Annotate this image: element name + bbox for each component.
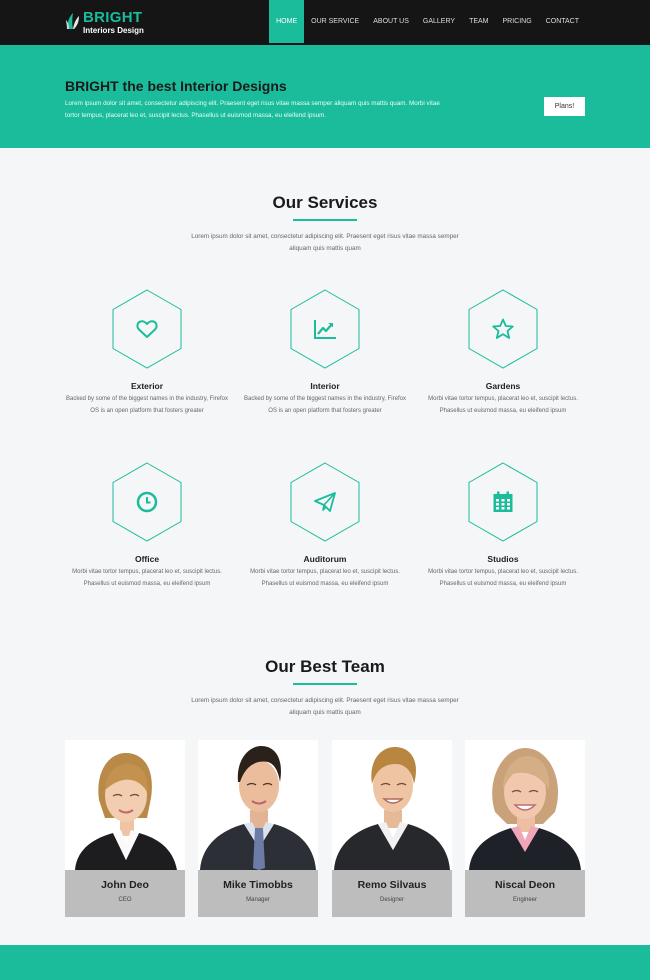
member-role: CEO (118, 897, 132, 903)
member-role: Engineer (512, 897, 538, 903)
service-studios[interactable]: Studios Morbi vitae tortor tempus, place… (413, 462, 593, 590)
portrait-image (65, 740, 185, 870)
team-member-card[interactable]: Niscal Deon Engineer (465, 740, 585, 917)
service-desc: Backed by some of the biggest names in t… (66, 396, 228, 414)
service-desc: Backed by some of the biggest names in t… (244, 396, 406, 414)
service-desc: Morbi vitae tortor tempus, placerat leo … (250, 569, 400, 587)
service-name: Gardens (485, 381, 521, 391)
member-role: Designer (379, 897, 404, 903)
service-desc: Morbi vitae tortor tempus, placerat leo … (428, 569, 578, 587)
nav-pricing[interactable]: PRICING (496, 0, 539, 43)
main-nav: HOME OUR SERVICE ABOUT US GALLERY TEAM P… (269, 0, 586, 43)
heart-icon (136, 320, 158, 338)
hero-title: BRIGHT the best Interior Designs (65, 78, 287, 94)
team-title: Our Best Team (265, 657, 385, 676)
services-divider (293, 219, 357, 221)
nav-home[interactable]: HOME (269, 0, 305, 43)
member-name: Remo Silvaus (357, 879, 427, 891)
member-nameplate: Mike Timobbs Manager (198, 870, 318, 917)
plans-button[interactable]: Plans! (544, 97, 585, 116)
service-desc: Morbi vitae tortor tempus, placerat leo … (72, 569, 222, 587)
services-title: Our Services (272, 193, 378, 212)
portrait-image (332, 740, 452, 870)
member-photo (332, 740, 452, 870)
team-subtitle: Lorem ipsum dolor sit amet, consectetur … (191, 697, 459, 716)
hero-text: Lorem ipsum dolor sit amet, consectetur … (65, 100, 440, 119)
member-nameplate: Remo Silvaus Designer (332, 870, 452, 917)
nav-team[interactable]: TEAM (462, 0, 495, 43)
brand-tagline: Interiors Design (83, 26, 144, 35)
member-name: Niscal Deon (494, 879, 556, 891)
service-name: Office (134, 554, 160, 564)
service-auditorum[interactable]: Auditorum Morbi vitae tortor tempus, pla… (235, 462, 415, 590)
portrait-image (198, 740, 318, 870)
member-photo (198, 740, 318, 870)
service-name: Interior (310, 381, 340, 391)
portrait-image (465, 740, 585, 870)
team-member-card[interactable]: John Deo CEO (65, 740, 185, 917)
member-role: Manager (246, 897, 270, 903)
service-office[interactable]: Office Morbi vitae tortor tempus, placer… (57, 462, 237, 590)
clock-icon (136, 491, 158, 513)
service-desc: Morbi vitae tortor tempus, placerat leo … (428, 396, 578, 414)
brand-name: BRIGHT (83, 9, 143, 26)
nav-gallery[interactable]: GALLERY (416, 0, 462, 43)
team-member-card[interactable]: Remo Silvaus Designer (332, 740, 452, 917)
service-name: Exterior (130, 381, 164, 391)
calendar-icon (493, 491, 513, 512)
member-photo (65, 740, 185, 870)
member-nameplate: John Deo CEO (65, 870, 185, 917)
footer-bar (0, 945, 650, 980)
star-icon (492, 318, 514, 339)
leaf-logo-icon (66, 13, 79, 29)
nav-about-us[interactable]: ABOUT US (366, 0, 416, 43)
member-photo (465, 740, 585, 870)
logo[interactable]: BRIGHT Interiors Design (66, 10, 144, 36)
hero-banner: BRIGHT the best Interior Designs Lorem i… (0, 45, 650, 148)
paper-plane-icon (314, 492, 336, 512)
service-interior[interactable]: Interior Backed by some of the biggest n… (235, 289, 415, 417)
member-name: John Deo (101, 879, 149, 891)
service-name: Auditorum (303, 554, 347, 564)
member-name: Mike Timobbs (223, 879, 293, 891)
nav-our-service[interactable]: OUR SERVICE (304, 0, 366, 43)
top-navbar: BRIGHT Interiors Design HOME OUR SERVICE… (0, 0, 650, 45)
chart-icon (314, 320, 336, 339)
member-nameplate: Niscal Deon Engineer (465, 870, 585, 917)
nav-contact[interactable]: CONTACT (539, 0, 586, 43)
service-name: Studios (487, 554, 519, 564)
team-divider (293, 683, 357, 685)
team-member-card[interactable]: Mike Timobbs Manager (198, 740, 318, 917)
service-exterior[interactable]: Exterior Backed by some of the biggest n… (57, 289, 237, 417)
services-subtitle: Lorem ipsum dolor sit amet, consectetur … (191, 233, 459, 252)
service-gardens[interactable]: Gardens Morbi vitae tortor tempus, place… (413, 289, 593, 417)
